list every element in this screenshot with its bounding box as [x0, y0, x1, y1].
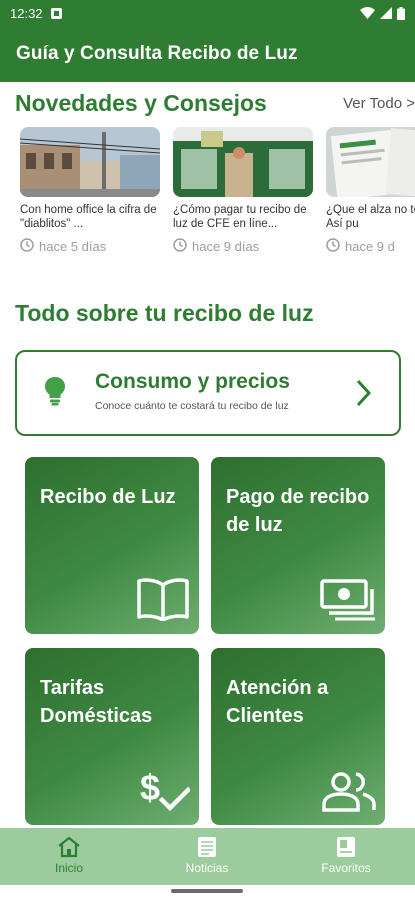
see-all-link[interactable]: Ver Todo >: [343, 95, 415, 112]
wifi-icon: [360, 7, 375, 19]
tile-label: Tarifas Domésticas: [40, 677, 153, 727]
nav-label: Inicio: [54, 861, 83, 875]
tile-atencion-a-clientes[interactable]: Atención a Clientes: [211, 648, 385, 825]
news-headline: ¿Cómo pagar tu recibo de luz de CFE en l…: [173, 204, 307, 230]
nav-label: Noticias: [185, 861, 229, 875]
chevron-right-icon: [355, 379, 372, 412]
news-header: Novedades y Consejos Ver Todo >: [15, 90, 415, 120]
favorites-icon: [277, 836, 415, 858]
news-card[interactable]: ¿Que el alza no te afecte! Así pu hace 9…: [326, 127, 415, 255]
news-thumbnail: [326, 127, 415, 197]
tile-pago-de-recibo[interactable]: Pago de recibo de luz: [211, 457, 385, 634]
news-time: hace 9 d: [326, 238, 415, 255]
nav-item-favoritos[interactable]: Favoritos: [277, 836, 415, 875]
system-nav-bar: [0, 885, 415, 900]
news-card[interactable]: Con home office la cifra de "diablitos" …: [20, 127, 160, 255]
home-icon: [0, 836, 138, 858]
book-icon: [136, 577, 190, 626]
consumo-subtitle: Conoce cuánto te costará tu recibo de lu…: [95, 400, 289, 412]
clock-icon: [173, 238, 187, 255]
tile-recibo-de-luz[interactable]: Recibo de Luz: [25, 457, 199, 634]
news-thumbnail: [20, 127, 160, 197]
nav-label: Favoritos: [321, 861, 371, 875]
section-title: Todo sobre tu recibo de luz: [15, 300, 314, 326]
news-section-title: Novedades y Consejos: [15, 90, 267, 116]
clock-icon: [326, 238, 340, 255]
money-icon: [320, 579, 376, 626]
news-headline: ¿Que el alza no te afecte! Así pu: [326, 204, 415, 230]
bottom-navigation: Inicio Noticias Favoritos: [0, 828, 415, 885]
clock-icon: [20, 238, 34, 255]
tile-label: Atención a Clientes: [226, 677, 329, 727]
nav-item-inicio[interactable]: Inicio: [0, 836, 138, 875]
price-check-icon: $: [140, 766, 192, 817]
news-time: hace 9 días: [173, 238, 313, 255]
news-headline: Con home office la cifra de "diablitos" …: [20, 204, 157, 230]
news-icon: [138, 836, 276, 858]
news-time: hace 5 días: [20, 238, 160, 255]
consumo-card[interactable]: Consumo y precios Conoce cuánto te costa…: [15, 350, 401, 436]
news-carousel[interactable]: Con home office la cifra de "diablitos" …: [20, 127, 415, 272]
nav-item-noticias[interactable]: Noticias: [138, 836, 276, 875]
tile-label: Pago de recibo de luz: [226, 486, 370, 536]
home-gesture-pill[interactable]: [171, 889, 243, 893]
svg-text:$: $: [140, 767, 160, 808]
main-content[interactable]: Novedades y Consejos Ver Todo > Con home…: [0, 82, 415, 828]
status-bar: 12:32: [0, 0, 415, 26]
news-thumbnail: [173, 127, 313, 197]
status-time: 12:32: [10, 5, 43, 21]
news-card[interactable]: ¿Cómo pagar tu recibo de luz de CFE en l…: [173, 127, 313, 255]
signal-icon: [380, 7, 392, 19]
notification-icon: [50, 7, 62, 19]
tile-label: Recibo de Luz: [40, 486, 176, 508]
tile-tarifas-domesticas[interactable]: Tarifas Domésticas $: [25, 648, 199, 825]
people-icon: [322, 772, 376, 817]
consumo-title: Consumo y precios: [95, 370, 290, 393]
lightbulb-icon: [44, 376, 66, 411]
app-bar: Guía y Consulta Recibo de Luz: [0, 26, 415, 82]
battery-icon: [397, 6, 405, 20]
app-title: Guía y Consulta Recibo de Luz: [16, 43, 298, 64]
